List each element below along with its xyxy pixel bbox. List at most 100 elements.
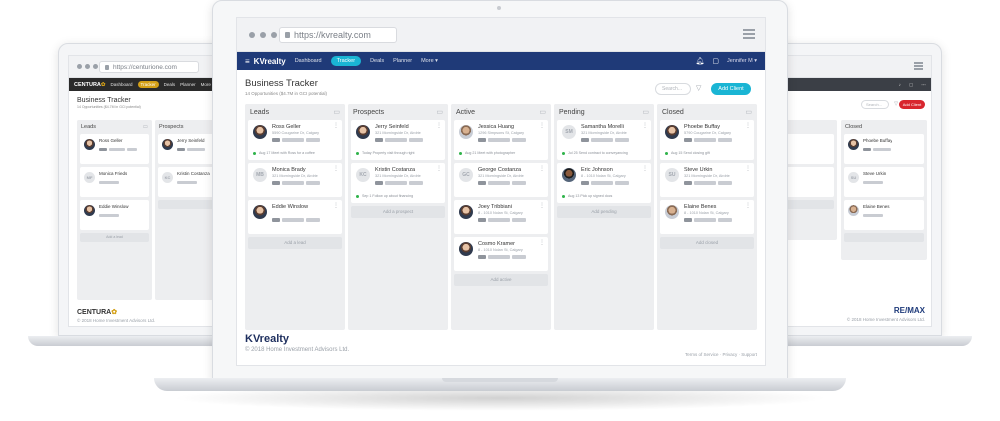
bell-icon[interactable]: 🔔︎ [696,57,705,65]
card-menu-icon[interactable]: ⋮ [436,122,442,129]
client-card[interactable]: Eric Johnson 8 - 1010 Nolan St, Calgary ⋮ A… [557,163,651,203]
right-add-client-button[interactable]: Add Client [899,100,925,109]
left-card[interactable]: Ross Geller [80,134,149,164]
main-app-nav: ≡ KVrealty Dashboard Tracker Deals Plann… [237,52,765,70]
client-card[interactable]: Elaine Benes 8 - 1010 Nolan St, Calgary ⋮ [660,200,754,234]
footer-links[interactable]: Terms of Service · Privacy · Support [685,352,757,357]
client-card[interactable]: SM Samantha Morelli 321 Morningside Dr, Ai… [557,120,651,160]
client-card[interactable]: MB Monica Brady 321 Morningside Dr, Airdri… [248,163,342,197]
status-dot-icon [459,151,462,155]
add-card-button[interactable]: Add pending [557,206,651,218]
window-close-dot[interactable] [249,32,255,38]
add-client-button[interactable]: Add Client [711,83,751,95]
collapse-column-icon[interactable]: ▭ [436,108,443,116]
window-minimize-dot[interactable] [260,32,266,38]
main-url-bar[interactable]: https://kvrealty.com [279,27,397,43]
card-menu-icon[interactable]: ⋮ [539,122,545,129]
client-card[interactable]: Jerry Seinfeld 321 Morningside Dr, Airdri… [351,120,445,160]
filter-icon[interactable]: ▽ [894,101,898,107]
left-url-bar[interactable]: https://centurione.com [99,61,199,73]
chat-icon[interactable]: ▢ [712,57,719,65]
contact-avatar: MF [84,172,95,183]
contact-address: 8 - 1010 Nolan St, Calgary [581,174,626,178]
right-search-input[interactable]: Search... [861,100,889,109]
card-menu-icon[interactable]: ⋮ [539,202,545,209]
contact-name: Cosmo Kramer [478,241,515,247]
tag-chip [694,181,716,185]
collapse-column-icon[interactable]: ▭ [333,108,340,116]
tag-chip [684,138,692,142]
window-dot[interactable] [85,64,90,69]
client-card[interactable]: Ross Geller 5590 Cougarine Dr, Calgary ⋮ Au… [248,120,342,160]
card-menu-icon[interactable]: ⋮ [539,165,545,172]
card-tags [684,181,732,185]
contact-name: Ross Geller [99,138,123,143]
card-menu-icon[interactable]: ⋮ [333,165,339,172]
card-menu-icon[interactable]: ⋮ [436,165,442,172]
client-card[interactable]: Eddie Winslow ⋮ [248,200,342,234]
card-menu-icon[interactable]: ⋮ [642,165,648,172]
right-card[interactable]: SU Steve Urkin [844,167,924,197]
user-menu[interactable]: Jennifer M ▾ [727,58,757,64]
left-card[interactable]: MF Monica Frieds [80,167,149,197]
tag-chip [375,181,383,185]
client-card[interactable]: Cosmo Kramer 8 - 1010 Nolan St, Calgary ⋮ [454,237,548,271]
collapse-column-icon[interactable]: ▭ [539,108,546,116]
contact-name: Monica Brady [272,167,306,173]
collapse-column-icon[interactable]: ▭ [745,108,752,116]
tag-chip [478,255,486,259]
left-nav-deals[interactable]: Deals [164,82,176,87]
browser-menu-icon[interactable] [743,29,755,39]
card-menu-icon[interactable]: ⋮ [642,122,648,129]
nav-tracker[interactable]: Tracker [330,56,362,66]
nav-deals[interactable]: Deals [370,58,384,64]
collapse-icon[interactable]: ▭ [143,124,148,130]
main-brand-logo[interactable]: KVrealty [254,57,286,66]
client-card[interactable]: Jessica Huang 1296 Simpsons St, Calgary ⋮ A… [454,120,548,160]
bell-icon[interactable]: ♪ [899,82,901,87]
left-brand-logo[interactable]: CENTURA ✿ [74,82,106,88]
right-card[interactable]: Elaine Benes [844,200,924,230]
card-menu-icon[interactable]: ⋮ [745,122,751,129]
left-nav-dashboard[interactable]: Dashboard [111,82,133,87]
left-nav-planner[interactable]: Planner [180,82,196,87]
card-menu-icon[interactable]: ⋮ [333,202,339,209]
user-menu[interactable]: ◦◦◦ [921,82,926,87]
window-dot[interactable] [93,64,98,69]
chat-icon[interactable]: ▢ [909,82,913,88]
card-menu-icon[interactable]: ⋮ [745,202,751,209]
card-menu-icon[interactable]: ⋮ [745,165,751,172]
tag-chip [512,255,526,259]
tag-chip [694,218,716,222]
add-card-button[interactable]: Add active [454,274,548,286]
nav-dashboard[interactable]: Dashboard [295,58,322,64]
window-dot[interactable] [77,64,82,69]
tag-chip [272,218,280,222]
collapse-column-icon[interactable]: ▭ [642,108,649,116]
window-maximize-dot[interactable] [271,32,277,38]
add-card-button[interactable]: Add a lead [248,237,342,249]
card-menu-icon[interactable]: ⋮ [539,239,545,246]
nav-more[interactable]: More ▾ [421,58,438,64]
right-add-closed-button[interactable] [844,233,924,242]
add-card-button[interactable]: Add a prospect [351,206,445,218]
search-input[interactable]: Search... [655,83,691,95]
card-menu-icon[interactable]: ⋮ [333,122,339,129]
left-nav-tracker[interactable]: Tracker [137,81,159,88]
client-card[interactable]: SU Steve Urkin 321 Morningside Dr, Airdrie… [660,163,754,197]
client-card[interactable]: GC George Costanza 321 Morningside Dr, Air… [454,163,548,197]
browser-menu-icon[interactable] [914,62,923,70]
contact-name: Phoebe Buffay [684,124,720,130]
nav-menu-icon[interactable]: ≡ [245,57,250,66]
left-add-lead-button[interactable]: Add a lead [80,233,149,242]
add-card-button[interactable]: Add closed [660,237,754,249]
filter-icon[interactable]: ▽ [696,84,701,92]
card-tags [478,218,526,222]
nav-planner[interactable]: Planner [393,58,412,64]
client-card[interactable]: Phoebe Buffay 5790 Cougarine Dr, Calgary ⋮… [660,120,754,160]
client-card[interactable]: Joey Tribbiani 8 - 1010 Nolan St, Calgary… [454,200,548,234]
right-card[interactable]: Phoebe Buffay [844,134,924,164]
card-tags [684,138,732,142]
left-card[interactable]: Eddie Winslow [80,200,149,230]
client-card[interactable]: KC Kristin Costanza 321 Morningside Dr, Ai… [351,163,445,203]
